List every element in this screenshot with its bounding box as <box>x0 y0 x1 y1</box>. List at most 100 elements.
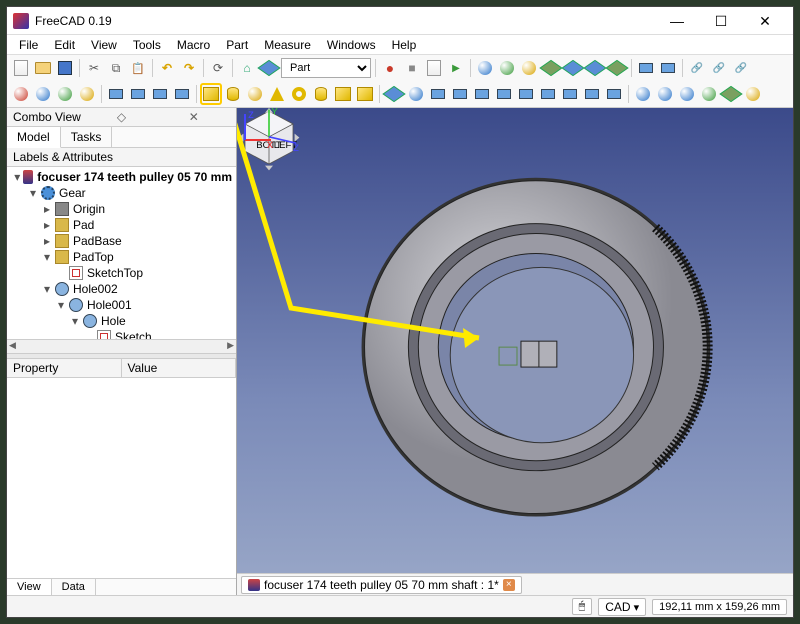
expand-icon[interactable]: ▾ <box>69 314 81 328</box>
copy-button[interactable] <box>106 58 126 78</box>
part-chamfer-button[interactable] <box>472 84 492 104</box>
menu-help[interactable]: Help <box>384 36 425 54</box>
document-tab-close-icon[interactable]: × <box>503 579 515 591</box>
check-geom-button[interactable] <box>721 84 741 104</box>
tree-item[interactable]: ▾Hole <box>9 313 234 329</box>
view-iso-button[interactable] <box>497 58 517 78</box>
nav-style-select[interactable]: CAD ▾ <box>598 598 646 616</box>
boolean-fragments-button[interactable] <box>699 84 719 104</box>
drawstyle-1[interactable] <box>11 84 31 104</box>
part-prism-button[interactable] <box>311 84 331 104</box>
part-box-button[interactable] <box>201 84 221 104</box>
mouse-button-icon[interactable]: 🖱 <box>572 598 593 615</box>
part-dlg-4[interactable] <box>172 84 192 104</box>
expand-icon[interactable]: ▸ <box>41 234 53 248</box>
macro-list-button[interactable] <box>424 58 444 78</box>
boolean-common-button[interactable] <box>677 84 697 104</box>
part-extrude-button[interactable] <box>384 84 404 104</box>
3d-viewport[interactable]: BOTT LEFT Y Z x z <box>237 108 793 595</box>
part-offset-button[interactable] <box>582 84 602 104</box>
part-cylinder-button[interactable] <box>223 84 243 104</box>
tree-item[interactable]: ▸Origin <box>9 201 234 217</box>
tree-hscrollbar[interactable] <box>7 339 236 353</box>
link-button-3[interactable] <box>731 58 751 78</box>
property-tab-view[interactable]: View <box>7 579 52 595</box>
save-button[interactable] <box>55 58 75 78</box>
property-body[interactable] <box>7 378 236 578</box>
refresh-button[interactable] <box>208 58 228 78</box>
drawstyle-3[interactable] <box>55 84 75 104</box>
part-section-button[interactable] <box>560 84 580 104</box>
menu-measure[interactable]: Measure <box>256 36 319 54</box>
expand-icon[interactable]: ▸ <box>41 218 53 232</box>
part-sweep-button[interactable] <box>538 84 558 104</box>
tree-item[interactable]: Sketch <box>9 329 234 339</box>
combo-float-icon[interactable]: ◇ <box>85 110 157 124</box>
minimize-button[interactable]: — <box>655 7 699 35</box>
document-tab[interactable]: focuser 174 teeth pulley 05 70 mm shaft … <box>241 576 522 594</box>
part-builder-button[interactable] <box>355 84 375 104</box>
expand-icon[interactable]: ▾ <box>41 250 53 264</box>
tree-item[interactable]: SketchTop <box>9 265 234 281</box>
part-fillet-button[interactable] <box>450 84 470 104</box>
tree-item[interactable]: ▾Hole002 <box>9 281 234 297</box>
expand-icon[interactable]: ▸ <box>41 202 53 216</box>
expand-icon[interactable]: ▾ <box>41 282 53 296</box>
whatsthis-button[interactable] <box>658 58 678 78</box>
boolean-union-button[interactable] <box>655 84 675 104</box>
part-mirror-button[interactable] <box>428 84 448 104</box>
cut-button[interactable] <box>84 58 104 78</box>
menu-view[interactable]: View <box>83 36 125 54</box>
home-button[interactable] <box>237 58 257 78</box>
menu-macro[interactable]: Macro <box>169 36 218 54</box>
part-revolve-button[interactable] <box>406 84 426 104</box>
redo-button[interactable] <box>179 58 199 78</box>
view-fit-button[interactable] <box>475 58 495 78</box>
new-doc-button[interactable] <box>11 58 31 78</box>
view-rear-button[interactable] <box>585 58 605 78</box>
part-sphere-button[interactable] <box>245 84 265 104</box>
drawstyle-2[interactable] <box>33 84 53 104</box>
measure-button[interactable] <box>636 58 656 78</box>
tree-item[interactable]: ▾Gear <box>9 185 234 201</box>
part-dlg-1[interactable] <box>106 84 126 104</box>
part-primitives-button[interactable] <box>333 84 353 104</box>
tree-item[interactable]: ▸Pad <box>9 217 234 233</box>
undo-button[interactable] <box>157 58 177 78</box>
link-button[interactable] <box>687 58 707 78</box>
menu-file[interactable]: File <box>11 36 46 54</box>
model-tree[interactable]: ▾focuser 174 teeth pulley 05 70 mm▾Gear▸… <box>7 167 236 339</box>
drawstyle-4[interactable] <box>77 84 97 104</box>
part-cone-button[interactable] <box>267 84 287 104</box>
macro-play-button[interactable] <box>446 58 466 78</box>
paste-button[interactable] <box>128 58 148 78</box>
view-bottom-button[interactable] <box>607 58 627 78</box>
macro-record-button[interactable] <box>380 58 400 78</box>
part-dlg-2[interactable] <box>128 84 148 104</box>
expand-icon[interactable]: ▾ <box>13 170 21 184</box>
part-dlg-3[interactable] <box>150 84 170 104</box>
tree-item[interactable]: ▾Hole001 <box>9 297 234 313</box>
combo-close-icon[interactable]: ✕ <box>158 110 230 124</box>
view-front-button[interactable] <box>519 58 539 78</box>
boolean-cut-button[interactable] <box>633 84 653 104</box>
open-button[interactable] <box>33 58 53 78</box>
expand-icon[interactable]: ▾ <box>55 298 67 312</box>
workbench-select[interactable]: Part <box>281 58 371 78</box>
maximize-button[interactable]: ☐ <box>699 7 743 35</box>
combo-titlebar[interactable]: Combo View ◇ ✕ <box>7 108 236 127</box>
link-button-2[interactable] <box>709 58 729 78</box>
tree-item[interactable]: ▾focuser 174 teeth pulley 05 70 mm <box>9 169 234 185</box>
tree-item[interactable]: ▸PadBase <box>9 233 234 249</box>
menu-tools[interactable]: Tools <box>125 36 169 54</box>
property-tab-data[interactable]: Data <box>52 579 96 595</box>
part-torus-button[interactable] <box>289 84 309 104</box>
expand-icon[interactable]: ▾ <box>27 186 39 200</box>
menu-part[interactable]: Part <box>218 36 256 54</box>
tree-item[interactable]: ▾PadTop <box>9 249 234 265</box>
combo-tab-model[interactable]: Model <box>7 127 61 148</box>
view-top-button[interactable] <box>541 58 561 78</box>
combo-tab-tasks[interactable]: Tasks <box>61 127 113 147</box>
close-button[interactable]: ✕ <box>743 7 787 35</box>
menu-edit[interactable]: Edit <box>46 36 83 54</box>
